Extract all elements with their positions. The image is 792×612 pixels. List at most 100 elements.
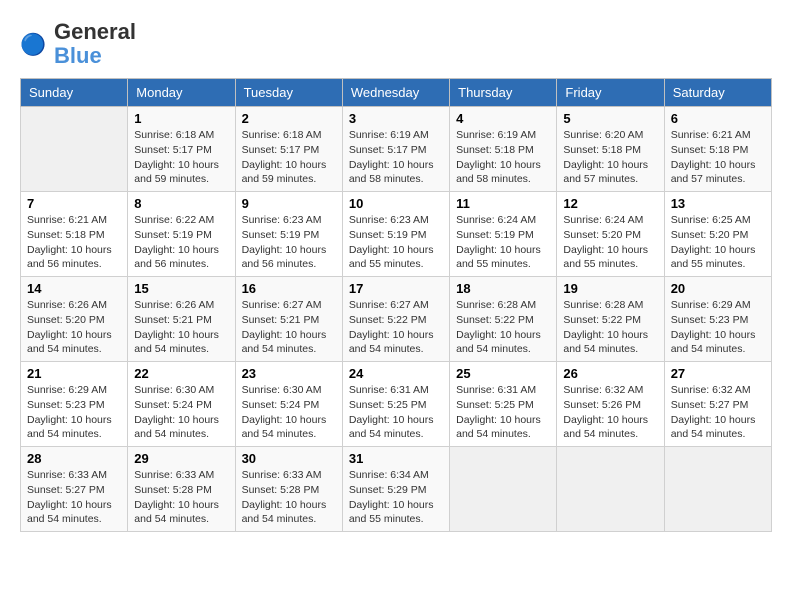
weekday-header-wednesday: Wednesday (342, 79, 449, 107)
day-number: 13 (671, 196, 765, 211)
calendar-cell: 14 Sunrise: 6:26 AM Sunset: 5:20 PM Dayl… (21, 277, 128, 362)
logo-text: GeneralBlue (54, 20, 136, 68)
day-info: Sunrise: 6:20 AM Sunset: 5:18 PM Dayligh… (563, 128, 657, 187)
day-number: 8 (134, 196, 228, 211)
calendar-cell: 20 Sunrise: 6:29 AM Sunset: 5:23 PM Dayl… (664, 277, 771, 362)
calendar-cell: 9 Sunrise: 6:23 AM Sunset: 5:19 PM Dayli… (235, 192, 342, 277)
calendar-cell: 11 Sunrise: 6:24 AM Sunset: 5:19 PM Dayl… (450, 192, 557, 277)
day-info: Sunrise: 6:30 AM Sunset: 5:24 PM Dayligh… (242, 383, 336, 442)
day-number: 21 (27, 366, 121, 381)
day-number: 29 (134, 451, 228, 466)
calendar-cell: 19 Sunrise: 6:28 AM Sunset: 5:22 PM Dayl… (557, 277, 664, 362)
day-info: Sunrise: 6:28 AM Sunset: 5:22 PM Dayligh… (563, 298, 657, 357)
day-number: 11 (456, 196, 550, 211)
day-number: 24 (349, 366, 443, 381)
day-number: 1 (134, 111, 228, 126)
day-info: Sunrise: 6:27 AM Sunset: 5:22 PM Dayligh… (349, 298, 443, 357)
day-info: Sunrise: 6:18 AM Sunset: 5:17 PM Dayligh… (242, 128, 336, 187)
calendar-cell: 22 Sunrise: 6:30 AM Sunset: 5:24 PM Dayl… (128, 362, 235, 447)
calendar-cell (557, 447, 664, 532)
calendar-cell: 29 Sunrise: 6:33 AM Sunset: 5:28 PM Dayl… (128, 447, 235, 532)
calendar-week-row: 14 Sunrise: 6:26 AM Sunset: 5:20 PM Dayl… (21, 277, 772, 362)
svg-text:🔵: 🔵 (20, 32, 46, 57)
day-number: 7 (27, 196, 121, 211)
day-info: Sunrise: 6:26 AM Sunset: 5:20 PM Dayligh… (27, 298, 121, 357)
day-info: Sunrise: 6:33 AM Sunset: 5:28 PM Dayligh… (134, 468, 228, 527)
day-info: Sunrise: 6:18 AM Sunset: 5:17 PM Dayligh… (134, 128, 228, 187)
weekday-header-sunday: Sunday (21, 79, 128, 107)
day-info: Sunrise: 6:19 AM Sunset: 5:18 PM Dayligh… (456, 128, 550, 187)
weekday-header-row: SundayMondayTuesdayWednesdayThursdayFrid… (21, 79, 772, 107)
day-info: Sunrise: 6:34 AM Sunset: 5:29 PM Dayligh… (349, 468, 443, 527)
day-info: Sunrise: 6:23 AM Sunset: 5:19 PM Dayligh… (242, 213, 336, 272)
day-info: Sunrise: 6:32 AM Sunset: 5:26 PM Dayligh… (563, 383, 657, 442)
calendar-cell: 4 Sunrise: 6:19 AM Sunset: 5:18 PM Dayli… (450, 107, 557, 192)
day-number: 12 (563, 196, 657, 211)
day-number: 3 (349, 111, 443, 126)
calendar-cell: 25 Sunrise: 6:31 AM Sunset: 5:25 PM Dayl… (450, 362, 557, 447)
calendar-cell: 23 Sunrise: 6:30 AM Sunset: 5:24 PM Dayl… (235, 362, 342, 447)
calendar-week-row: 1 Sunrise: 6:18 AM Sunset: 5:17 PM Dayli… (21, 107, 772, 192)
calendar-cell (21, 107, 128, 192)
day-number: 22 (134, 366, 228, 381)
day-info: Sunrise: 6:32 AM Sunset: 5:27 PM Dayligh… (671, 383, 765, 442)
calendar-cell (450, 447, 557, 532)
day-number: 2 (242, 111, 336, 126)
day-info: Sunrise: 6:29 AM Sunset: 5:23 PM Dayligh… (27, 383, 121, 442)
day-number: 20 (671, 281, 765, 296)
weekday-header-friday: Friday (557, 79, 664, 107)
calendar-cell: 21 Sunrise: 6:29 AM Sunset: 5:23 PM Dayl… (21, 362, 128, 447)
calendar-week-row: 28 Sunrise: 6:33 AM Sunset: 5:27 PM Dayl… (21, 447, 772, 532)
calendar-cell: 30 Sunrise: 6:33 AM Sunset: 5:28 PM Dayl… (235, 447, 342, 532)
calendar-cell: 27 Sunrise: 6:32 AM Sunset: 5:27 PM Dayl… (664, 362, 771, 447)
day-info: Sunrise: 6:29 AM Sunset: 5:23 PM Dayligh… (671, 298, 765, 357)
day-info: Sunrise: 6:24 AM Sunset: 5:20 PM Dayligh… (563, 213, 657, 272)
day-info: Sunrise: 6:27 AM Sunset: 5:21 PM Dayligh… (242, 298, 336, 357)
day-number: 31 (349, 451, 443, 466)
day-info: Sunrise: 6:19 AM Sunset: 5:17 PM Dayligh… (349, 128, 443, 187)
calendar-week-row: 21 Sunrise: 6:29 AM Sunset: 5:23 PM Dayl… (21, 362, 772, 447)
calendar-cell: 24 Sunrise: 6:31 AM Sunset: 5:25 PM Dayl… (342, 362, 449, 447)
day-number: 9 (242, 196, 336, 211)
day-number: 23 (242, 366, 336, 381)
day-number: 26 (563, 366, 657, 381)
day-info: Sunrise: 6:33 AM Sunset: 5:27 PM Dayligh… (27, 468, 121, 527)
day-number: 17 (349, 281, 443, 296)
day-number: 4 (456, 111, 550, 126)
calendar-cell: 8 Sunrise: 6:22 AM Sunset: 5:19 PM Dayli… (128, 192, 235, 277)
day-info: Sunrise: 6:28 AM Sunset: 5:22 PM Dayligh… (456, 298, 550, 357)
day-number: 28 (27, 451, 121, 466)
calendar-cell: 31 Sunrise: 6:34 AM Sunset: 5:29 PM Dayl… (342, 447, 449, 532)
calendar-cell: 1 Sunrise: 6:18 AM Sunset: 5:17 PM Dayli… (128, 107, 235, 192)
calendar-cell: 13 Sunrise: 6:25 AM Sunset: 5:20 PM Dayl… (664, 192, 771, 277)
day-info: Sunrise: 6:22 AM Sunset: 5:19 PM Dayligh… (134, 213, 228, 272)
day-info: Sunrise: 6:26 AM Sunset: 5:21 PM Dayligh… (134, 298, 228, 357)
day-info: Sunrise: 6:30 AM Sunset: 5:24 PM Dayligh… (134, 383, 228, 442)
weekday-header-saturday: Saturday (664, 79, 771, 107)
calendar-cell: 15 Sunrise: 6:26 AM Sunset: 5:21 PM Dayl… (128, 277, 235, 362)
weekday-header-thursday: Thursday (450, 79, 557, 107)
calendar-cell: 26 Sunrise: 6:32 AM Sunset: 5:26 PM Dayl… (557, 362, 664, 447)
day-number: 16 (242, 281, 336, 296)
calendar-cell: 2 Sunrise: 6:18 AM Sunset: 5:17 PM Dayli… (235, 107, 342, 192)
calendar-cell: 17 Sunrise: 6:27 AM Sunset: 5:22 PM Dayl… (342, 277, 449, 362)
calendar-cell: 7 Sunrise: 6:21 AM Sunset: 5:18 PM Dayli… (21, 192, 128, 277)
day-info: Sunrise: 6:21 AM Sunset: 5:18 PM Dayligh… (27, 213, 121, 272)
weekday-header-tuesday: Tuesday (235, 79, 342, 107)
calendar-cell: 12 Sunrise: 6:24 AM Sunset: 5:20 PM Dayl… (557, 192, 664, 277)
day-number: 5 (563, 111, 657, 126)
day-number: 6 (671, 111, 765, 126)
day-number: 14 (27, 281, 121, 296)
calendar-cell: 16 Sunrise: 6:27 AM Sunset: 5:21 PM Dayl… (235, 277, 342, 362)
day-number: 10 (349, 196, 443, 211)
day-info: Sunrise: 6:25 AM Sunset: 5:20 PM Dayligh… (671, 213, 765, 272)
day-number: 27 (671, 366, 765, 381)
day-info: Sunrise: 6:31 AM Sunset: 5:25 PM Dayligh… (456, 383, 550, 442)
calendar-cell: 6 Sunrise: 6:21 AM Sunset: 5:18 PM Dayli… (664, 107, 771, 192)
day-number: 15 (134, 281, 228, 296)
day-number: 25 (456, 366, 550, 381)
day-info: Sunrise: 6:33 AM Sunset: 5:28 PM Dayligh… (242, 468, 336, 527)
calendar-cell (664, 447, 771, 532)
calendar-table: SundayMondayTuesdayWednesdayThursdayFrid… (20, 78, 772, 532)
day-number: 19 (563, 281, 657, 296)
